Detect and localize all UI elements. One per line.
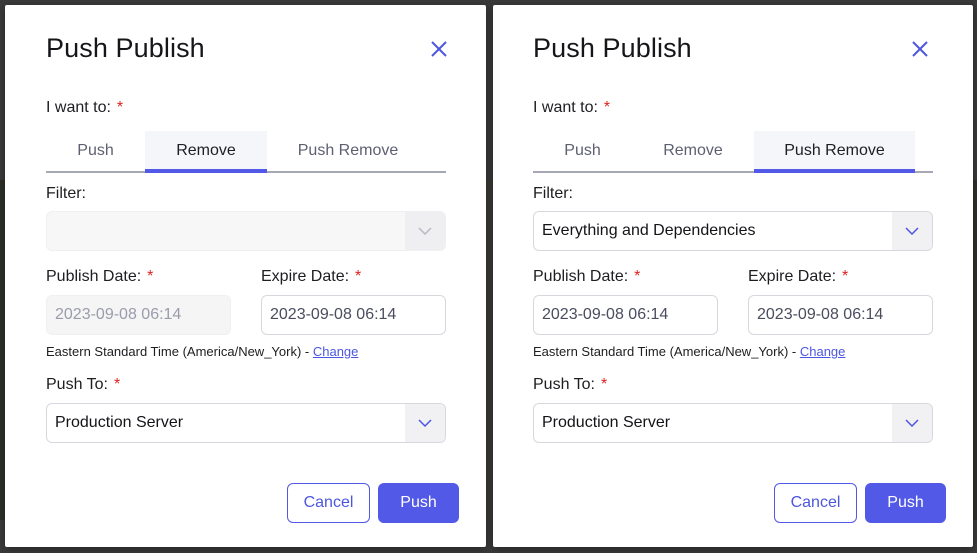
expire-date-text: Expire Date: [748,268,837,285]
i-want-to-text: I want to: [533,99,598,116]
filter-label: Filter: [533,185,573,202]
dialog-title: Push Publish [533,33,692,63]
push-to-value: Production Server [542,414,671,431]
chevron-down-icon [405,404,445,442]
i-want-to-label: I want to: * [533,99,610,117]
action-tabs: Push Remove Push Remove [46,131,446,173]
change-timezone-link[interactable]: Change [313,344,359,359]
close-icon[interactable] [911,40,929,58]
publish-date-input[interactable]: 2023-09-08 06:14 [46,295,231,335]
tab-push[interactable]: Push [46,131,145,171]
filter-label: Filter: [46,185,86,202]
required-asterisk: * [147,268,154,285]
expire-date-label: Expire Date: * [261,268,361,286]
tab-push[interactable]: Push [533,131,632,171]
push-to-label: Push To: * [46,376,120,394]
push-to-select[interactable]: Production Server [46,403,446,443]
close-icon[interactable] [430,40,448,58]
required-asterisk: * [600,376,608,393]
expire-date-text: Expire Date: [261,268,350,285]
publish-date-text: Publish Date: [46,268,142,285]
chevron-down-icon [892,404,932,442]
publish-date-label: Publish Date: * [46,268,153,286]
i-want-to-label: I want to: * [46,99,123,117]
timezone-info: Eastern Standard Time (America/New_York)… [46,344,358,359]
publish-date-text: Publish Date: [533,268,629,285]
required-asterisk: * [113,376,121,393]
filter-value: Everything and Dependencies [542,222,756,239]
dialog-title: Push Publish [46,33,205,63]
filter-select[interactable] [46,211,446,251]
timezone-text: Eastern Standard Time (America/New_York)… [533,344,800,359]
action-tabs: Push Remove Push Remove [533,131,933,173]
tab-push-remove[interactable]: Push Remove [754,131,915,173]
push-publish-dialog-push-remove: Push Publish I want to: * Push Remove Pus… [493,5,973,547]
push-to-select[interactable]: Production Server [533,403,933,443]
publish-date-input[interactable]: 2023-09-08 06:14 [533,295,718,335]
push-to-value: Production Server [55,414,184,431]
filter-select[interactable]: Everything and Dependencies [533,211,933,251]
tab-remove[interactable]: Remove [145,131,267,173]
tab-push-remove[interactable]: Push Remove [267,131,429,171]
required-asterisk: * [603,99,611,116]
i-want-to-text: I want to: [46,99,111,116]
expire-date-input[interactable]: 2023-09-08 06:14 [748,295,933,335]
required-asterisk: * [634,268,641,285]
push-to-text: Push To: [533,376,595,393]
change-timezone-link[interactable]: Change [800,344,846,359]
timezone-info: Eastern Standard Time (America/New_York)… [533,344,845,359]
push-button[interactable]: Push [865,483,946,523]
cancel-button[interactable]: Cancel [287,483,370,523]
push-to-label: Push To: * [533,376,607,394]
push-button[interactable]: Push [378,483,459,523]
required-asterisk: * [842,268,849,285]
expire-date-label: Expire Date: * [748,268,848,286]
cancel-button[interactable]: Cancel [774,483,857,523]
chevron-down-icon [405,212,445,250]
publish-date-label: Publish Date: * [533,268,640,286]
chevron-down-icon [892,212,932,250]
timezone-text: Eastern Standard Time (America/New_York)… [46,344,313,359]
tab-remove[interactable]: Remove [632,131,754,171]
required-asterisk: * [355,268,362,285]
required-asterisk: * [116,99,124,116]
push-to-text: Push To: [46,376,108,393]
push-publish-dialog-remove: Push Publish I want to: * Push Remove Pus… [5,5,486,547]
expire-date-input[interactable]: 2023-09-08 06:14 [261,295,446,335]
